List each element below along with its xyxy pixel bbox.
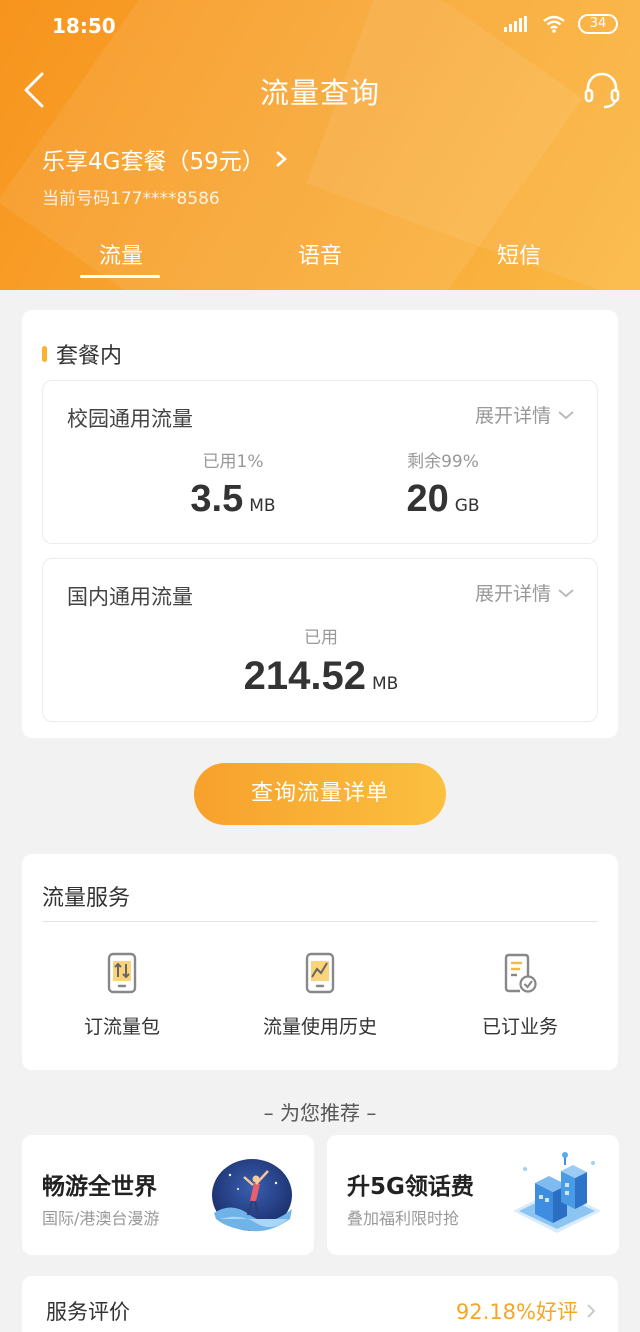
chevron-down-icon bbox=[558, 410, 574, 419]
expand-details-button[interactable]: 展开详情 bbox=[475, 579, 575, 606]
section-title-text: 套餐内 bbox=[56, 344, 123, 369]
tab-sms[interactable]: 短信 bbox=[419, 238, 619, 270]
tab-data[interactable]: 流量 bbox=[21, 238, 221, 270]
signal-icon bbox=[504, 16, 527, 32]
campus-remain-unit: GB bbox=[454, 496, 480, 516]
service-order-data-pack[interactable]: 订流量包 bbox=[22, 952, 222, 1039]
status-bar: 18:50 34 bbox=[0, 0, 640, 52]
domestic-used-label: 已用 bbox=[304, 628, 338, 648]
status-time: 18:50 bbox=[52, 14, 116, 38]
campus-used-number: 3.5 bbox=[190, 478, 244, 520]
domestic-used-number: 214.52 bbox=[243, 654, 366, 698]
data-services-card: 流量服务 订流量包 流量使用历史 已订业务 bbox=[22, 854, 618, 1070]
5g-building-illustration bbox=[513, 1152, 601, 1233]
header: 18:50 34 流量查询 乐享4G套餐（59元） 当前号码177****858… bbox=[0, 0, 640, 290]
domestic-used-value: 214.52 MB bbox=[173, 654, 469, 699]
campus-used-unit: MB bbox=[249, 496, 276, 516]
service-label: 流量使用历史 bbox=[262, 1016, 377, 1038]
section-marker bbox=[42, 346, 47, 362]
promo-roaming[interactable]: 畅游全世界 国际/港澳台漫游 bbox=[22, 1135, 314, 1255]
campus-used-stat: 已用1% 3.5 MB bbox=[123, 447, 343, 521]
section-title: 套餐内 bbox=[42, 338, 122, 370]
page-title: 流量查询 bbox=[259, 76, 380, 110]
plan-name: 乐享4G套餐（59元） bbox=[42, 149, 265, 175]
rating-value-group: 92.18%好评 bbox=[456, 1296, 596, 1326]
battery-icon: 34 bbox=[578, 14, 618, 34]
campus-data-box: 校园通用流量 展开详情 已用1% 3.5 MB 剩余99% 20 GB bbox=[42, 380, 598, 544]
phone-number: 当前号码177****8586 bbox=[42, 189, 220, 209]
phone-transfer-icon bbox=[107, 952, 137, 994]
domestic-used-unit: MB bbox=[372, 674, 399, 694]
rating-value: 92.18%好评 bbox=[455, 1300, 578, 1324]
domestic-used-stat: 已用 214.52 MB bbox=[173, 623, 469, 699]
tab-bar: 流量 语音 短信 bbox=[0, 238, 640, 290]
promo-subtitle: 叠加福利限时抢 bbox=[347, 1209, 460, 1228]
status-icons: 34 bbox=[504, 14, 618, 34]
phone-chart-icon bbox=[305, 952, 335, 994]
rating-label: 服务评价 bbox=[46, 1300, 130, 1324]
services-title: 流量服务 bbox=[42, 886, 131, 911]
expand-details-button[interactable]: 展开详情 bbox=[475, 401, 575, 428]
package-card: 套餐内 校园通用流量 展开详情 已用1% 3.5 MB 剩余99% 20 GB 国内… bbox=[22, 310, 618, 738]
campus-remain-value: 20 GB bbox=[333, 478, 553, 521]
query-details-button[interactable]: 查询流量详单 bbox=[194, 763, 446, 825]
service-label: 已订业务 bbox=[481, 1016, 558, 1038]
service-rating-row[interactable]: 服务评价 92.18%好评 bbox=[22, 1276, 618, 1332]
tab-voice[interactable]: 语音 bbox=[220, 238, 420, 270]
domestic-data-box: 国内通用流量 展开详情 已用 214.52 MB bbox=[42, 558, 598, 722]
expand-details-label: 展开详情 bbox=[474, 583, 551, 605]
recommend-title: – 为您推荐 – bbox=[263, 1101, 377, 1125]
campus-remain-number: 20 bbox=[406, 478, 449, 520]
wifi-icon bbox=[543, 15, 565, 33]
promo-5g[interactable]: 升5G领话费 叠加福利限时抢 bbox=[327, 1135, 619, 1255]
expand-details-label: 展开详情 bbox=[474, 405, 551, 427]
divider bbox=[42, 921, 598, 922]
service-subscribed[interactable]: 已订业务 bbox=[420, 952, 620, 1039]
campus-remain-stat: 剩余99% 20 GB bbox=[333, 447, 553, 521]
service-usage-history[interactable]: 流量使用历史 bbox=[220, 952, 420, 1039]
domestic-data-title: 国内通用流量 bbox=[67, 585, 193, 609]
promo-subtitle: 国际/港澳台漫游 bbox=[42, 1209, 160, 1228]
headset-icon[interactable] bbox=[580, 68, 624, 112]
chevron-right-icon bbox=[275, 151, 287, 167]
promo-title: 畅游全世界 bbox=[42, 1174, 157, 1200]
tab-active-indicator bbox=[80, 275, 160, 278]
campus-data-title: 校园通用流量 bbox=[67, 407, 193, 431]
document-check-icon bbox=[504, 953, 537, 993]
promo-title: 升5G领话费 bbox=[347, 1174, 474, 1200]
campus-used-label: 已用1% bbox=[202, 452, 264, 472]
chevron-down-icon bbox=[558, 588, 574, 597]
campus-used-value: 3.5 MB bbox=[123, 478, 343, 521]
service-label: 订流量包 bbox=[83, 1016, 160, 1038]
campus-remain-label: 剩余99% bbox=[407, 452, 479, 472]
chevron-right-icon bbox=[587, 1304, 596, 1318]
travel-illustration bbox=[212, 1159, 292, 1232]
plan-selector[interactable]: 乐享4G套餐（59元） bbox=[42, 142, 289, 176]
